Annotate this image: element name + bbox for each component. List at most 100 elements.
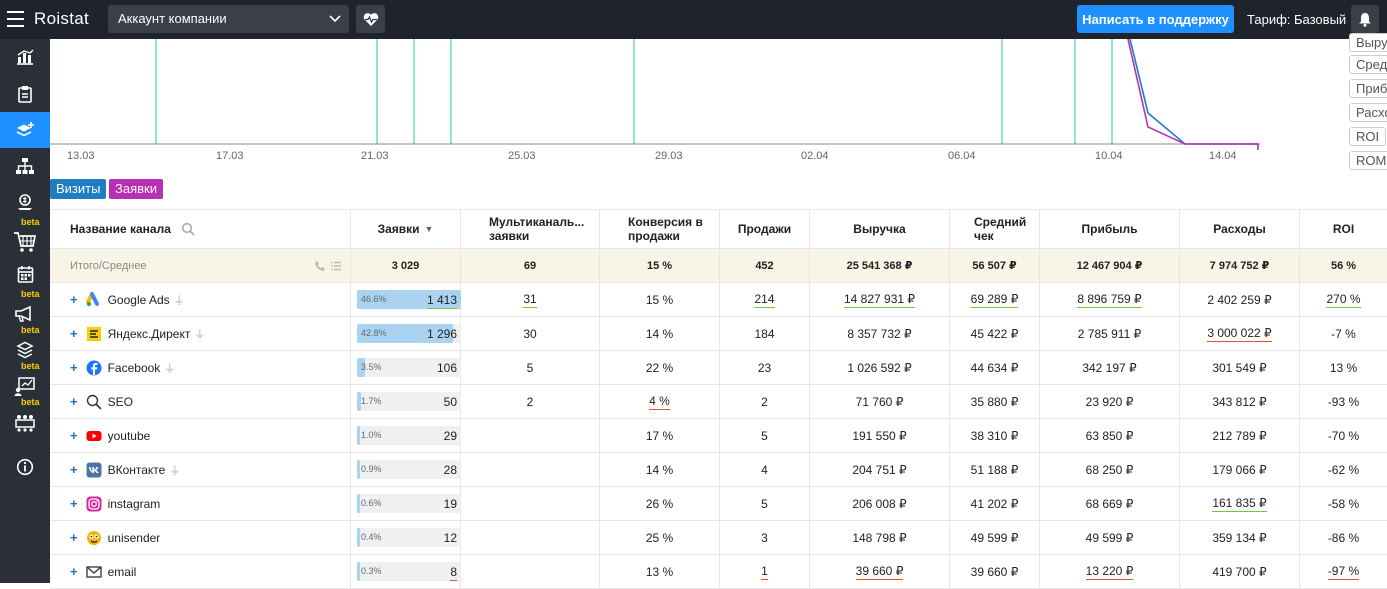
roi-value[interactable]: 13 % <box>1330 361 1357 375</box>
roi-cell[interactable]: -58 % <box>1300 487 1387 520</box>
series-visits-tag[interactable]: Визиты <box>50 179 107 199</box>
roi-cell[interactable]: -93 % <box>1300 385 1387 418</box>
leads-value[interactable]: 1 413 <box>426 293 457 309</box>
header-profit[interactable]: Прибыль <box>1040 210 1180 248</box>
revenue-value[interactable]: 14 827 931 ₽ <box>843 292 916 308</box>
profit-cell[interactable]: 49 599 ₽ <box>1040 521 1180 554</box>
channel-cell[interactable]: + unisender <box>50 521 351 554</box>
expand-plus-icon[interactable]: + <box>70 496 78 511</box>
avg-check-value[interactable]: 35 880 ₽ <box>971 395 1019 409</box>
table-row[interactable]: + ВКонтакте ⏚ 0.9% 28 14 % 4 204 751 ₽ 51 188 ₽ 6… <box>50 453 1387 487</box>
expenses-value[interactable]: 212 789 ₽ <box>1212 429 1266 443</box>
menu-icon[interactable] <box>7 11 24 27</box>
sidebar-item-structure[interactable] <box>0 148 50 184</box>
multichannel-cell[interactable]: 30 <box>461 317 600 350</box>
revenue-value[interactable]: 148 798 ₽ <box>852 531 906 545</box>
avg-check-value[interactable]: 38 310 ₽ <box>971 429 1019 443</box>
sidebar-item-promo[interactable]: beta <box>0 289 50 328</box>
sidebar-item-reports[interactable] <box>0 76 50 112</box>
header-sales[interactable]: Продажи <box>720 210 810 248</box>
profit-value[interactable]: 68 669 ₽ <box>1086 497 1134 511</box>
avg-check-cell[interactable]: 39 660 ₽ <box>950 555 1040 588</box>
support-button[interactable]: Написать в поддержку <box>1077 5 1234 33</box>
multichannel-cell[interactable] <box>461 419 600 452</box>
profit-value[interactable]: 8 896 759 ₽ <box>1077 292 1142 308</box>
table-row[interactable]: + Яндекс.Директ ⏚ 42.8% 1 296 30 14 % 184 8 357 … <box>50 317 1387 351</box>
revenue-value[interactable]: 39 660 ₽ <box>855 564 904 580</box>
roi-cell[interactable]: 13 % <box>1300 351 1387 384</box>
channel-name[interactable]: SEO <box>108 395 133 409</box>
revenue-value[interactable]: 206 008 ₽ <box>852 497 906 511</box>
sales-cell[interactable]: 214 <box>720 283 810 316</box>
expand-plus-icon[interactable]: + <box>70 360 78 375</box>
revenue-cell[interactable]: 8 357 732 ₽ <box>810 317 950 350</box>
sales-cell[interactable]: 184 <box>720 317 810 350</box>
header-multichannel[interactable]: Мультиканаль... заявки <box>461 210 600 248</box>
metric-expenses-button[interactable]: Расходы <box>1349 103 1387 122</box>
expenses-value[interactable]: 343 812 ₽ <box>1212 395 1266 409</box>
sort-desc-icon[interactable]: ▼ <box>425 222 434 236</box>
header-channel[interactable]: Название канала <box>50 210 351 248</box>
expand-plus-icon[interactable]: + <box>70 530 78 545</box>
table-row[interactable]: + Facebook ⏚ 3.5% 106 5 22 % 23 1 026 592 ₽ 44 63… <box>50 351 1387 385</box>
channel-name[interactable]: Facebook <box>108 361 161 375</box>
expenses-value[interactable]: 419 700 ₽ <box>1212 565 1266 579</box>
roi-value[interactable]: -62 % <box>1328 463 1359 477</box>
profit-cell[interactable]: 342 197 ₽ <box>1040 351 1180 384</box>
leads-cell[interactable]: 42.8% 1 296 <box>351 317 461 350</box>
expand-plus-icon[interactable]: + <box>70 326 78 341</box>
roi-cell[interactable]: -97 % <box>1300 555 1387 588</box>
profit-cell[interactable]: 8 896 759 ₽ <box>1040 283 1180 316</box>
expand-plus-icon[interactable]: + <box>70 428 78 443</box>
roi-value[interactable]: -86 % <box>1328 531 1359 545</box>
sidebar-item-dashboard[interactable]: beta <box>0 361 50 400</box>
roi-cell[interactable]: -62 % <box>1300 453 1387 486</box>
metric-avg-check-button[interactable]: Средний чек <box>1349 55 1387 74</box>
roi-cell[interactable]: -70 % <box>1300 419 1387 452</box>
conversion-cell[interactable]: 17 % <box>600 419 720 452</box>
multichannel-cell[interactable]: 2 <box>461 385 600 418</box>
table-row[interactable]: + instagram 0.6% 19 26 % 5 206 008 ₽ 41 202 ₽ 68… <box>50 487 1387 521</box>
header-revenue[interactable]: Выручка <box>810 210 950 248</box>
sales-value[interactable]: 23 <box>758 361 771 375</box>
leads-value[interactable]: 1 296 <box>427 327 457 341</box>
sidebar-item-analytics[interactable] <box>0 39 50 75</box>
channel-name[interactable]: Яндекс.Директ <box>108 327 191 341</box>
expenses-cell[interactable]: 161 835 ₽ <box>1180 487 1300 520</box>
logo[interactable]: Roistat <box>34 9 89 29</box>
revenue-cell[interactable]: 148 798 ₽ <box>810 521 950 554</box>
sales-cell[interactable]: 2 <box>720 385 810 418</box>
conversion-cell[interactable]: 15 % <box>600 283 720 316</box>
avg-check-cell[interactable]: 41 202 ₽ <box>950 487 1040 520</box>
avg-check-value[interactable]: 69 289 ₽ <box>970 292 1019 308</box>
sales-value[interactable]: 184 <box>754 327 774 341</box>
expenses-value[interactable]: 301 549 ₽ <box>1212 361 1266 375</box>
revenue-value[interactable]: 204 751 ₽ <box>852 463 906 477</box>
metric-roi-button[interactable]: ROI <box>1349 127 1387 146</box>
conversion-value[interactable]: 15 % <box>646 293 673 307</box>
conversion-value[interactable]: 25 % <box>646 531 673 545</box>
profit-cell[interactable]: 2 785 911 ₽ <box>1040 317 1180 350</box>
channel-cell[interactable]: + ВКонтакте ⏚ <box>50 453 351 486</box>
channel-name[interactable]: Google Ads <box>108 293 170 307</box>
multichannel-value[interactable]: 2 <box>527 395 534 409</box>
search-icon[interactable] <box>181 222 195 236</box>
channel-name[interactable]: email <box>108 565 137 579</box>
leads-cell[interactable]: 0.6% 19 <box>351 487 461 520</box>
sales-value[interactable]: 5 <box>761 497 768 511</box>
leads-value[interactable]: 19 <box>444 497 457 511</box>
sidebar-item-channels[interactable] <box>0 112 50 148</box>
conversion-cell[interactable]: 14 % <box>600 317 720 350</box>
sales-cell[interactable]: 5 <box>720 419 810 452</box>
conversion-value[interactable]: 22 % <box>646 361 673 375</box>
roi-value[interactable]: 270 % <box>1326 292 1361 308</box>
avg-check-value[interactable]: 51 188 ₽ <box>971 463 1019 477</box>
sales-cell[interactable]: 4 <box>720 453 810 486</box>
sales-value[interactable]: 1 <box>761 564 768 580</box>
table-row[interactable]: + Google Ads ⏚ 46.6% 1 413 31 15 % 214 14 827 93… <box>50 283 1387 317</box>
profit-cell[interactable]: 13 220 ₽ <box>1040 555 1180 588</box>
channel-cell[interactable]: + Google Ads ⏚ <box>50 283 351 316</box>
leads-value[interactable]: 28 <box>444 463 457 477</box>
metric-revenue-button[interactable]: Выручка <box>1349 33 1387 52</box>
profit-cell[interactable]: 63 850 ₽ <box>1040 419 1180 452</box>
